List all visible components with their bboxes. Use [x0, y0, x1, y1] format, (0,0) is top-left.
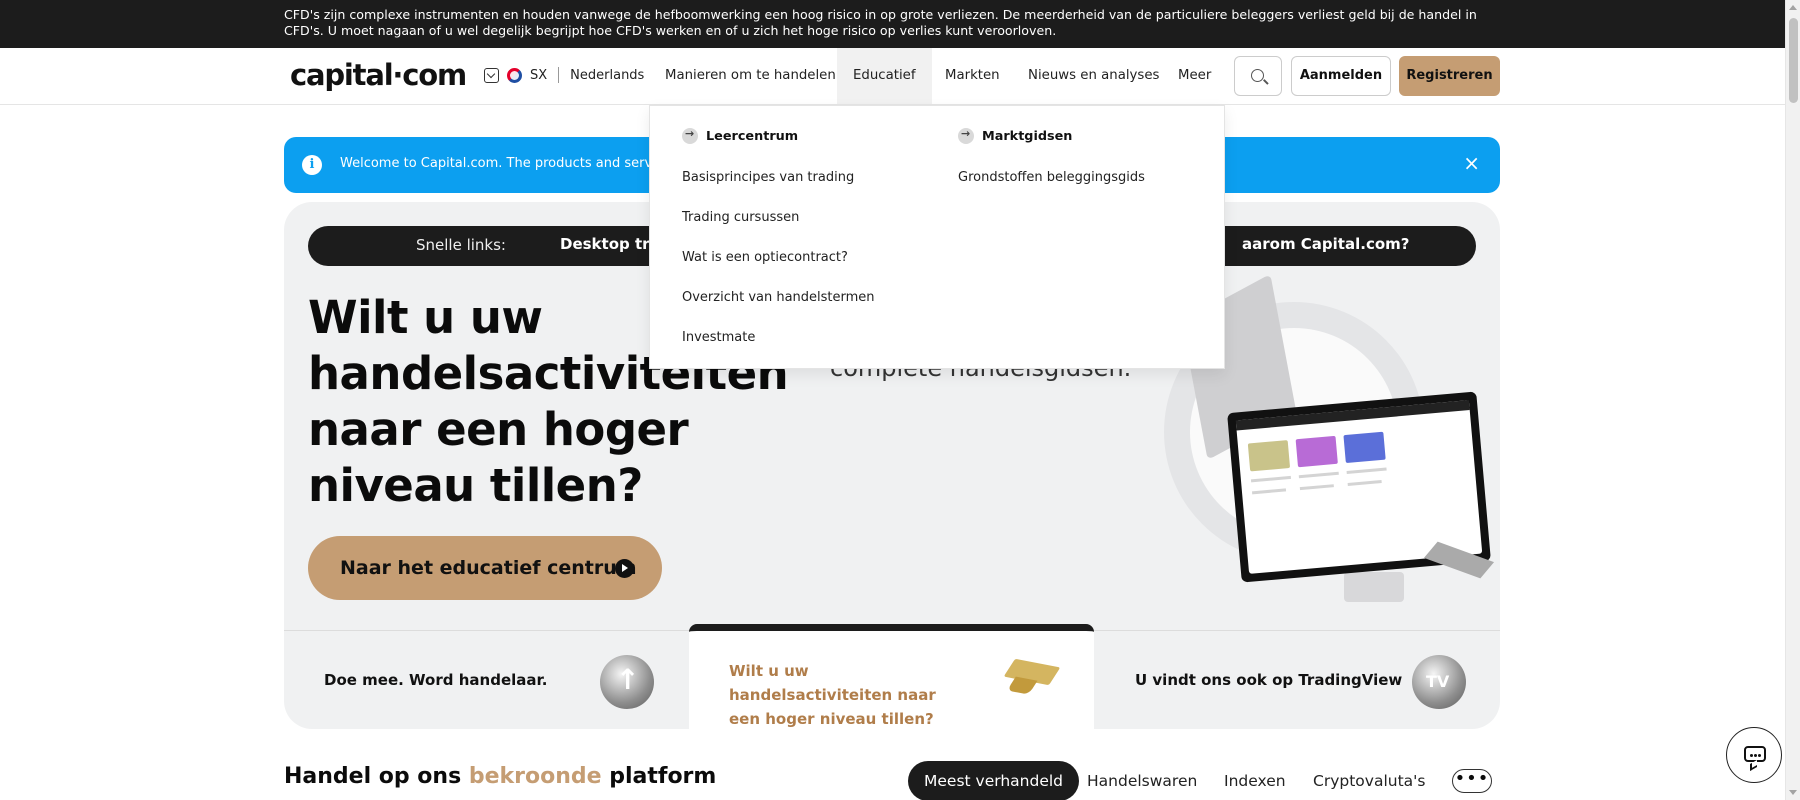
dropdown-link-commodities-guide[interactable]: Grondstoffen beleggingsgids — [958, 158, 1145, 198]
screen-line — [1298, 471, 1339, 479]
leercentrum-links: Basisprincipes van trading Trading cursu… — [682, 158, 875, 358]
screen-line — [1346, 467, 1387, 475]
platform-section-title: Handel op ons bekroonde platform — [284, 764, 716, 789]
language-label: Nederlands — [570, 67, 645, 83]
scroll-down-icon[interactable] — [1789, 790, 1797, 795]
capital-com-logo[interactable]: capital·com — [290, 58, 467, 92]
more-tabs-button[interactable]: ••• — [1452, 769, 1492, 793]
dropdown-link-options[interactable]: Wat is een optiecontract? — [682, 238, 875, 278]
marktgidsen-heading[interactable]: Marktgidsen — [958, 126, 1145, 146]
screen-line — [1250, 475, 1292, 483]
search-icon — [1251, 69, 1264, 82]
cta-label: Naar het educatief centrum — [340, 557, 637, 579]
monitor-stand — [1344, 572, 1404, 602]
title-highlight: bekroonde — [468, 764, 602, 789]
quick-links-label: Snelle links: — [416, 236, 506, 254]
nav-manieren[interactable]: Manieren om te handelen — [665, 48, 836, 104]
welcome-text: Welcome to Capital.com. The products and… — [340, 156, 678, 171]
screen-tile — [1343, 431, 1386, 464]
arrow-right-icon — [958, 127, 974, 144]
tab-indices[interactable]: Indexen — [1224, 761, 1286, 800]
language-selector[interactable]: SX Nederlands — [484, 67, 644, 83]
page-scrollbar[interactable] — [1785, 0, 1800, 800]
tab-crypto[interactable]: Cryptovaluta's — [1313, 761, 1425, 800]
dropdown-link-glossary[interactable]: Overzicht van handelstermen — [682, 278, 875, 318]
chat-button[interactable] — [1726, 727, 1782, 783]
education-center-button[interactable]: Naar het educatief centrum — [308, 536, 662, 600]
region-code: SX — [530, 67, 548, 83]
register-button[interactable]: Registreren — [1399, 56, 1500, 96]
chevron-down-icon — [484, 67, 499, 83]
risk-warning-banner: CFD's zijn complexe instrumenten en houd… — [0, 0, 1785, 48]
graduation-cap-icon — [1003, 658, 1061, 686]
play-icon — [615, 559, 634, 578]
upload-arrow-icon — [600, 655, 654, 709]
screen-tile — [1295, 435, 1338, 468]
hero-bottom-tabs: Doe mee. Word handelaar. Wilt u uw hande… — [284, 624, 1500, 729]
active-hero-tab[interactable]: Wilt u uw handelsactiviteiten naar een h… — [689, 624, 1094, 729]
search-button[interactable] — [1234, 56, 1282, 96]
region-flag-icon — [507, 67, 522, 83]
tradingview-text[interactable]: U vindt ons ook op TradingView — [1135, 671, 1402, 689]
risk-warning-text: CFD's zijn complexe instrumenten en houd… — [284, 7, 1477, 38]
chat-icon — [1744, 746, 1766, 762]
close-icon[interactable]: × — [1463, 151, 1480, 175]
login-button[interactable]: Aanmelden — [1291, 56, 1391, 96]
info-icon: i — [302, 155, 322, 175]
screen-line — [1251, 488, 1287, 495]
educatief-dropdown: Leercentrum Basisprincipes van trading T… — [649, 105, 1225, 369]
title-post: platform — [601, 764, 717, 789]
dropdown-link-investmate[interactable]: Investmate — [682, 318, 875, 358]
dropdown-link-courses[interactable]: Trading cursussen — [682, 198, 875, 238]
chat-dot — [1758, 754, 1761, 757]
marktgidsen-links: Grondstoffen beleggingsgids — [958, 158, 1145, 198]
nav-markten[interactable]: Markten — [945, 48, 1000, 104]
nav-educatief[interactable]: Educatief — [837, 48, 932, 104]
nav-meer[interactable]: Meer — [1178, 48, 1211, 104]
dropdown-column-guides: Marktgidsen Grondstoffen beleggingsgids — [958, 126, 1145, 198]
nav-nieuws[interactable]: Nieuws en analyses — [1028, 48, 1159, 104]
tab-most-traded[interactable]: Meest verhandeld — [908, 761, 1080, 800]
search-icon-handle — [1263, 79, 1269, 85]
scroll-up-icon[interactable] — [1789, 5, 1797, 10]
divider — [558, 67, 560, 83]
leercentrum-heading[interactable]: Leercentrum — [682, 126, 875, 146]
active-hero-tab-text: Wilt u uw handelsactiviteiten naar een h… — [729, 662, 936, 728]
dropdown-link-basics[interactable]: Basisprincipes van trading — [682, 158, 875, 198]
quick-link-why-capital[interactable]: aarom Capital.com? — [1242, 235, 1409, 253]
arrow-right-icon — [682, 127, 698, 144]
screen-tile — [1247, 440, 1291, 472]
join-trader-text[interactable]: Doe mee. Word handelaar. — [324, 671, 547, 689]
screen-line — [1299, 484, 1334, 491]
tab-commodities[interactable]: Handelswaren — [1087, 761, 1197, 800]
tradingview-icon — [1412, 655, 1466, 709]
leercentrum-label: Leercentrum — [706, 128, 799, 144]
scrollbar-thumb[interactable] — [1789, 18, 1798, 103]
site-header: capital·com SX Nederlands Manieren om te… — [0, 48, 1785, 105]
dropdown-column-learning: Leercentrum Basisprincipes van trading T… — [682, 126, 875, 358]
screen-line — [1347, 480, 1382, 486]
chat-dot — [1750, 754, 1753, 757]
chat-dot — [1754, 754, 1757, 757]
marktgidsen-label: Marktgidsen — [982, 128, 1073, 144]
title-pre: Handel op ons — [284, 764, 469, 789]
